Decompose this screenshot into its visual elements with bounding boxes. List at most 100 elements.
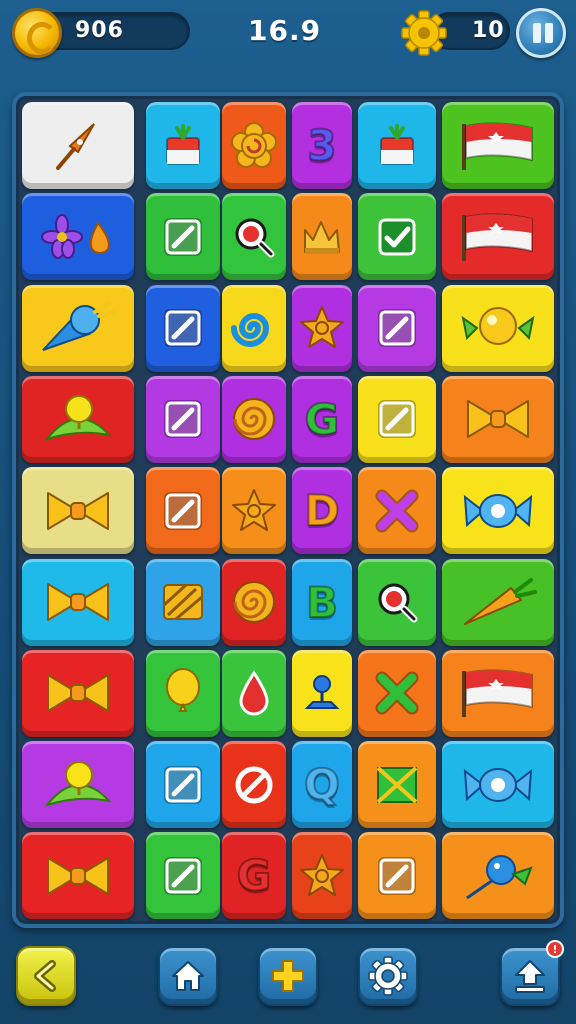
tile-r6-c3[interactable] <box>222 558 286 646</box>
tile-r2-c3[interactable] <box>222 193 286 281</box>
slash-square-icon <box>160 762 206 808</box>
tile-r5-c1[interactable] <box>22 467 134 555</box>
bottom-toolbar: ! <box>0 940 576 1024</box>
tile-r5-c4[interactable]: D <box>292 467 352 555</box>
tile-r7-c2[interactable] <box>146 649 220 737</box>
gear-count: 10 <box>472 18 505 43</box>
tile-r2-c4[interactable] <box>292 193 352 281</box>
tile-r3-c2[interactable] <box>146 284 220 372</box>
tile-r6-c2[interactable] <box>146 558 220 646</box>
letter-D-icon: D <box>304 485 341 536</box>
tile-r4-c4[interactable]: G <box>292 375 352 463</box>
tile-r3-c6[interactable] <box>442 284 554 372</box>
bow-icon <box>36 665 120 721</box>
tile-r7-c1[interactable] <box>22 649 134 737</box>
bird-balloon-icon <box>453 846 543 906</box>
tile-r8-c6[interactable] <box>442 741 554 829</box>
tile-r6-c5[interactable] <box>358 558 436 646</box>
tile-r7-c3[interactable] <box>222 649 286 737</box>
tile-r9-c3[interactable]: G <box>222 832 286 920</box>
tile-r2-c2[interactable] <box>146 193 220 281</box>
settings-button[interactable] <box>358 946 418 1006</box>
bow-icon <box>36 574 120 630</box>
envelope-icon <box>372 760 422 810</box>
tile-r2-c1[interactable] <box>22 193 134 281</box>
tile-r9-c1[interactable] <box>22 832 134 920</box>
tile-r5-c5[interactable] <box>358 467 436 555</box>
tile-r8-c4[interactable]: Q <box>292 741 352 829</box>
tile-r3-c1[interactable] <box>22 284 134 372</box>
magnifier-icon <box>229 212 279 262</box>
tile-r4-c6[interactable] <box>442 375 554 463</box>
home-button[interactable] <box>158 946 218 1006</box>
letter-G-icon: G <box>304 394 341 445</box>
tile-r9-c4[interactable] <box>292 832 352 920</box>
pen-nib-icon <box>48 116 108 176</box>
slash-square-icon <box>160 214 206 260</box>
tile-r5-c2[interactable] <box>146 467 220 555</box>
star-cookie-icon <box>297 303 347 353</box>
lollipop-icon <box>33 755 123 815</box>
tile-r1-c4[interactable]: 3 <box>292 102 352 189</box>
pause-button[interactable] <box>516 8 566 58</box>
slash-square-icon <box>374 305 420 351</box>
star-cookie-icon <box>229 486 279 536</box>
tile-r4-c5[interactable] <box>358 375 436 463</box>
pause-icon <box>533 23 541 43</box>
tile-r6-c4[interactable]: B <box>292 558 352 646</box>
tile-r1-c2[interactable] <box>146 102 220 189</box>
tile-r4-c3[interactable] <box>222 375 286 463</box>
tile-r3-c4[interactable] <box>292 284 352 372</box>
swirl-icon <box>229 303 279 353</box>
no-sign-icon <box>229 760 279 810</box>
flag-icon <box>456 209 540 265</box>
tile-r1-c5[interactable] <box>358 102 436 189</box>
add-button[interactable] <box>258 946 318 1006</box>
tile-r1-c3[interactable] <box>222 102 286 189</box>
upload-button[interactable]: ! <box>500 940 564 1006</box>
lollipop-icon <box>33 389 123 449</box>
cross-icon <box>372 486 422 536</box>
tile-r9-c6[interactable] <box>442 832 554 920</box>
bow-icon <box>456 391 540 447</box>
tile-r8-c3[interactable] <box>222 741 286 829</box>
candy-icon <box>453 481 543 541</box>
tile-r2-c5[interactable] <box>358 193 436 281</box>
coin-count: 906 <box>75 18 124 43</box>
tile-r4-c1[interactable] <box>22 375 134 463</box>
tile-r9-c2[interactable] <box>146 832 220 920</box>
letter-B-icon: B <box>305 577 339 628</box>
back-button[interactable] <box>16 946 76 1006</box>
flower-swirl-icon <box>228 120 280 172</box>
tile-r5-c3[interactable] <box>222 467 286 555</box>
pause-icon-bar <box>545 23 553 43</box>
tile-r3-c3[interactable] <box>222 284 286 372</box>
tile-r1-c1[interactable] <box>22 102 134 189</box>
tile-r3-c5[interactable] <box>358 284 436 372</box>
candy-balloon-icon <box>453 298 543 358</box>
tile-r1-c6[interactable] <box>442 102 554 189</box>
flag-icon <box>456 118 540 174</box>
slash-square-icon <box>160 396 206 442</box>
game-board: 3GDBQG <box>12 92 564 928</box>
candy-icon <box>453 755 543 815</box>
tile-r4-c2[interactable] <box>146 375 220 463</box>
tile-r8-c2[interactable] <box>146 741 220 829</box>
tile-r8-c5[interactable] <box>358 741 436 829</box>
tile-r5-c6[interactable] <box>442 467 554 555</box>
tile-r2-c6[interactable] <box>442 193 554 281</box>
bow-icon <box>36 848 120 904</box>
tile-r6-c1[interactable] <box>22 558 134 646</box>
tile-r6-c6[interactable] <box>442 558 554 646</box>
settings-icon <box>368 956 408 996</box>
tile-r7-c6[interactable] <box>442 649 554 737</box>
tile-r9-c5[interactable] <box>358 832 436 920</box>
tile-r8-c1[interactable] <box>22 741 134 829</box>
bow-icon <box>36 483 120 539</box>
notification-badge: ! <box>546 940 564 958</box>
coin-icon <box>12 8 62 58</box>
tile-r7-c5[interactable] <box>358 649 436 737</box>
cross-icon <box>372 668 422 718</box>
tile-r7-c4[interactable] <box>292 649 352 737</box>
gift-box-icon <box>159 122 207 170</box>
